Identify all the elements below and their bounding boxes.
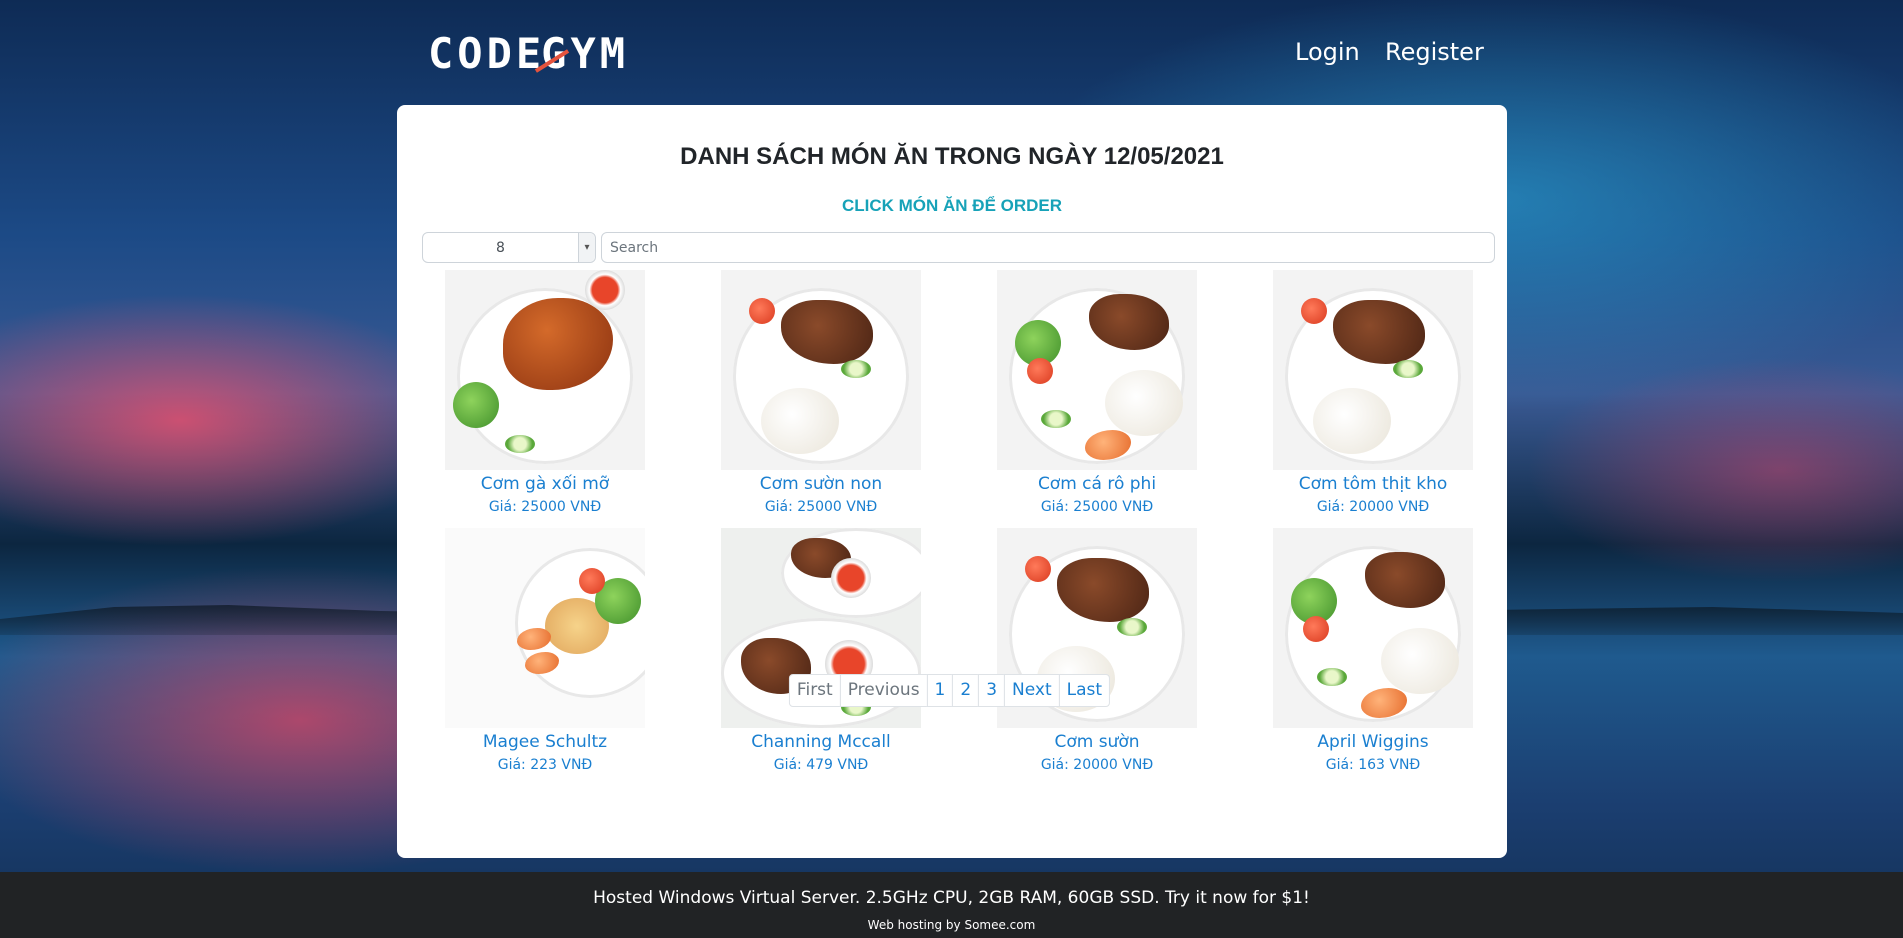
- food-card[interactable]: Magee Schultz Giá: 223 VNĐ: [445, 528, 645, 776]
- tomato-shape: [1027, 358, 1053, 384]
- register-link[interactable]: Register: [1385, 38, 1484, 66]
- tomato-shape: [749, 298, 775, 324]
- food-price: Giá: 20000 VNĐ: [1316, 499, 1430, 515]
- food-price: Giá: 25000 VNĐ: [764, 499, 878, 515]
- food-image[interactable]: [1273, 270, 1473, 470]
- food-image[interactable]: [445, 270, 645, 470]
- tomato-shape: [579, 568, 605, 594]
- page-size-select[interactable]: 8 ▾: [422, 232, 596, 263]
- site-header: CODE GYM Login Register: [0, 0, 1903, 105]
- food-name[interactable]: Cơm tôm thịt kho: [1299, 472, 1448, 496]
- sauce-bowl-shape: [585, 270, 625, 310]
- food-name[interactable]: Cơm gà xối mỡ: [481, 472, 609, 496]
- food-price: Giá: 20000 VNĐ: [1040, 757, 1154, 773]
- food-price: Giá: 25000 VNĐ: [1040, 499, 1154, 515]
- rice-shape: [1313, 388, 1391, 454]
- page-title: DANH SÁCH MÓN ĂN TRONG NGÀY 12/05/2021: [680, 143, 1224, 170]
- pagination-first[interactable]: First: [788, 674, 841, 707]
- food-card[interactable]: Cơm sườn non Giá: 25000 VNĐ: [721, 270, 921, 518]
- food-list-card: DANH SÁCH MÓN ĂN TRONG NGÀY 12/05/2021 C…: [397, 105, 1507, 858]
- pagination-page-2[interactable]: 2: [952, 674, 980, 707]
- cucumber-shape: [1317, 668, 1347, 686]
- food-card[interactable]: Channing Mccall Giá: 479 VNĐ: [721, 528, 921, 776]
- pagination-last[interactable]: Last: [1058, 674, 1111, 707]
- login-link[interactable]: Login: [1295, 38, 1360, 66]
- food-price: Giá: 163 VNĐ: [1325, 757, 1421, 773]
- rice-shape: [1105, 370, 1183, 436]
- food-card[interactable]: Cơm tôm thịt kho Giá: 20000 VNĐ: [1273, 270, 1473, 518]
- food-image[interactable]: [445, 528, 645, 728]
- pagination-previous[interactable]: Previous: [839, 674, 928, 707]
- tomato-shape: [1301, 298, 1327, 324]
- cucumber-shape: [1041, 410, 1071, 428]
- chevron-down-icon[interactable]: ▾: [578, 233, 595, 262]
- codegym-logo[interactable]: CODE GYM: [428, 29, 629, 78]
- scallion-shape: [1117, 618, 1147, 636]
- food-price: Giá: 223 VNĐ: [497, 757, 593, 773]
- food-name[interactable]: Cơm sườn: [1054, 730, 1139, 754]
- food-card[interactable]: Cơm gà xối mỡ Giá: 25000 VNĐ: [445, 270, 645, 518]
- scallion-shape: [841, 360, 871, 378]
- pagination-next[interactable]: Next: [1004, 674, 1060, 707]
- rice-shape: [761, 388, 839, 454]
- food-card[interactable]: Cơm cá rô phi Giá: 25000 VNĐ: [997, 270, 1197, 518]
- food-card[interactable]: April Wiggins Giá: 163 VNĐ: [1273, 528, 1473, 776]
- vegetable-shape: [453, 382, 499, 428]
- rice-shape: [1381, 628, 1459, 694]
- food-name[interactable]: Cơm cá rô phi: [1038, 472, 1156, 496]
- page-size-value: 8: [496, 239, 505, 256]
- tomato-shape: [1025, 556, 1051, 582]
- food-price: Giá: 479 VNĐ: [773, 757, 869, 773]
- food-card[interactable]: Cơm sườn Giá: 20000 VNĐ: [997, 528, 1197, 776]
- food-image[interactable]: [721, 270, 921, 470]
- cucumber-shape: [505, 435, 535, 453]
- food-name[interactable]: Magee Schultz: [483, 730, 607, 754]
- food-name[interactable]: Channing Mccall: [751, 730, 891, 754]
- food-name[interactable]: April Wiggins: [1317, 730, 1428, 754]
- pagination-page-3[interactable]: 3: [978, 674, 1006, 707]
- pagination-page-1[interactable]: 1: [926, 674, 954, 707]
- food-name[interactable]: Cơm sườn non: [760, 472, 882, 496]
- food-image[interactable]: [1273, 528, 1473, 728]
- hosting-credit-link[interactable]: Web hosting by Somee.com: [0, 918, 1903, 932]
- hosting-ad-link[interactable]: Hosted Windows Virtual Server. 2.5GHz CP…: [0, 888, 1903, 908]
- order-instruction: CLICK MÓN ĂN ĐỂ ORDER: [841, 196, 1063, 215]
- scallion-shape: [1393, 360, 1423, 378]
- hosting-footer: Hosted Windows Virtual Server. 2.5GHz CP…: [0, 872, 1903, 938]
- food-price: Giá: 25000 VNĐ: [488, 499, 602, 515]
- food-image[interactable]: [997, 270, 1197, 470]
- search-input[interactable]: [601, 232, 1495, 263]
- pagination: First Previous 1 2 3 Next Last: [788, 674, 1111, 707]
- tomato-shape: [1303, 616, 1329, 642]
- sauce-bowl-shape: [831, 558, 871, 598]
